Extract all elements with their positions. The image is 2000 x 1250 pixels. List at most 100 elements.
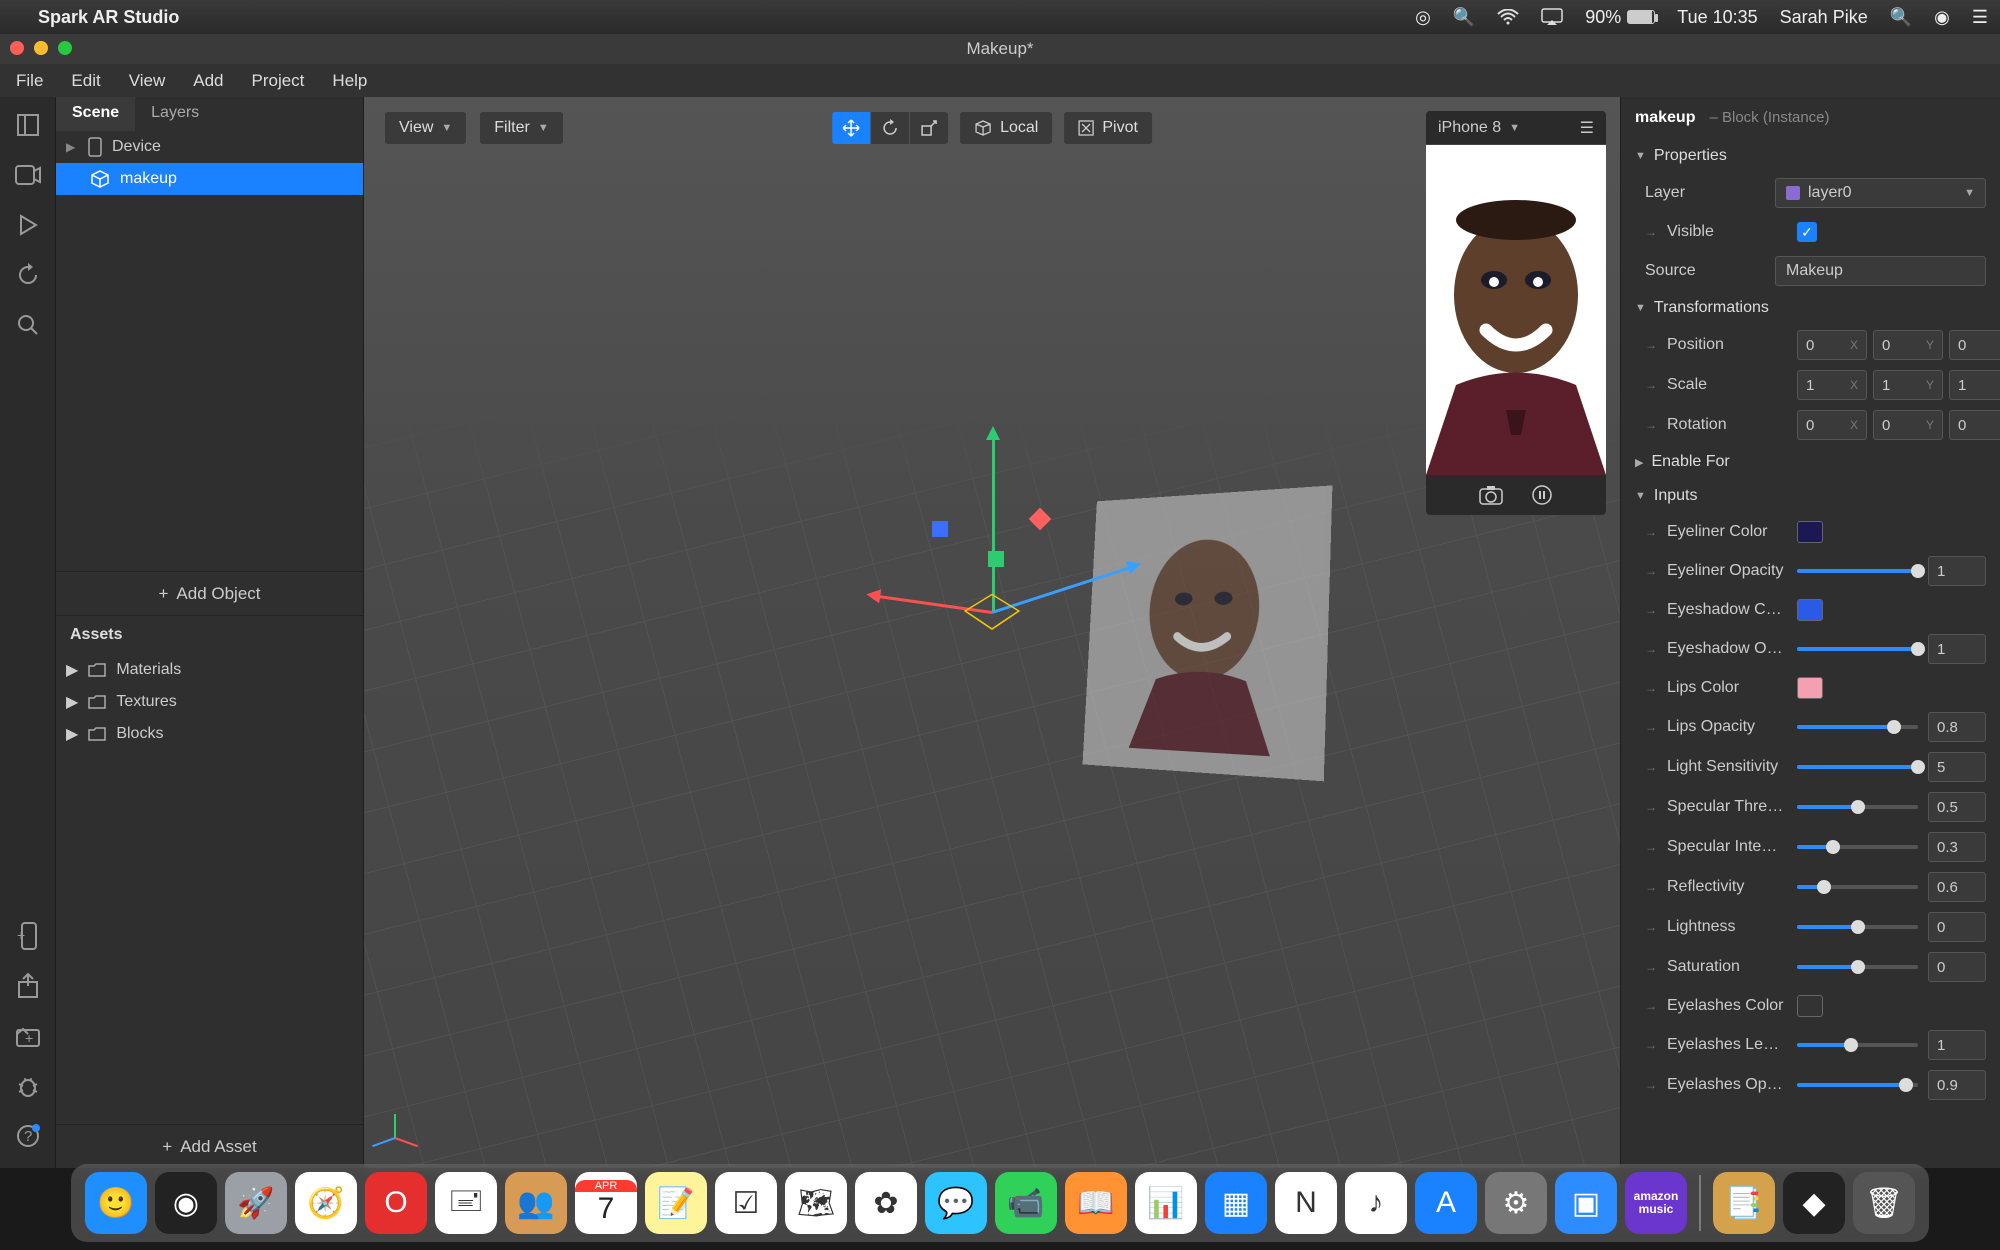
color-swatch[interactable] [1797,677,1823,699]
export-icon[interactable] [14,972,42,1000]
dock-app-safari[interactable]: 🧭 [295,1172,357,1234]
viewport[interactable]: View▼ Filter▼ Local Pivot [364,97,1620,1168]
dock-app-photos[interactable]: ✿ [855,1172,917,1234]
app-name[interactable]: Spark AR Studio [38,7,179,28]
dock-app-numbers[interactable]: 📊 [1135,1172,1197,1234]
rotate-tool[interactable] [871,112,910,144]
dock-app-reminders[interactable]: ☑ [715,1172,777,1234]
position-y[interactable]: 0Y [1873,330,1943,360]
slider[interactable] [1797,925,1918,929]
dock-app-mail[interactable]: 🖃 [435,1172,497,1234]
scale-x[interactable]: 1X [1797,370,1867,400]
dock-app-contacts[interactable]: 👥 [505,1172,567,1234]
status-username[interactable]: Sarah Pike [1780,7,1868,28]
scale-tool[interactable] [910,112,948,144]
asset-row-materials[interactable]: ▶ Materials [56,654,363,686]
menu-project[interactable]: Project [252,71,305,91]
tree-row-makeup[interactable]: makeup [56,163,363,195]
layer-dropdown[interactable]: layer0▼ [1775,178,1986,208]
close-window-button[interactable] [10,41,24,55]
slider-value[interactable]: 0.3 [1928,832,1986,862]
section-enable-for[interactable]: ▶Enable For [1621,445,2000,479]
move-tool[interactable] [832,112,871,144]
refresh-icon[interactable] [14,261,42,289]
dock-app-facetime[interactable]: 📹 [995,1172,1057,1234]
bug-icon[interactable] [14,1072,42,1100]
dock-app-maps[interactable]: 🗺 [785,1172,847,1234]
source-field[interactable]: Makeup [1775,256,1986,286]
menu-view[interactable]: View [129,71,166,91]
section-properties[interactable]: ▼Properties [1621,139,2000,173]
dock-app-messages[interactable]: 💬 [925,1172,987,1234]
slider-value[interactable]: 0.5 [1928,792,1986,822]
position-x[interactable]: 0X [1797,330,1867,360]
section-transformations[interactable]: ▼Transformations [1621,291,2000,325]
dock-app-itunes[interactable]: ♪ [1345,1172,1407,1234]
dock-app-news[interactable]: N [1275,1172,1337,1234]
rotation-z[interactable]: 0Z [1949,410,2000,440]
color-swatch[interactable] [1797,599,1823,621]
slider[interactable] [1797,725,1918,729]
visible-checkbox[interactable]: ✓ [1797,222,1817,242]
zoom-window-button[interactable] [58,41,72,55]
status-search-icon[interactable]: 🔍 [1890,7,1912,28]
dock-app-amazonmusic[interactable]: amazonmusic [1625,1172,1687,1234]
scale-y[interactable]: 1Y [1873,370,1943,400]
add-object-button[interactable]: + Add Object [56,571,363,615]
slider[interactable] [1797,647,1918,651]
dock-app-keynote[interactable]: ▦ [1205,1172,1267,1234]
slider[interactable] [1797,845,1918,849]
slider[interactable] [1797,1043,1918,1047]
minimize-window-button[interactable] [34,41,48,55]
asset-row-textures[interactable]: ▶ Textures [56,686,363,718]
plane-handle-xz[interactable] [988,551,1004,567]
dock-app-zoom[interactable]: ▣ [1555,1172,1617,1234]
slider[interactable] [1797,1083,1918,1087]
pivot-toggle[interactable]: Pivot [1063,111,1153,145]
test-on-device-icon[interactable]: + [14,922,42,950]
pause-record-icon[interactable] [1531,484,1553,506]
position-z[interactable]: 0Z [1949,330,2000,360]
tree-row-device[interactable]: ▶ Device [56,131,363,163]
slider[interactable] [1797,765,1918,769]
search-icon[interactable] [14,311,42,339]
dock-app-finder[interactable]: 🙂 [85,1172,147,1234]
dock-app-stickies[interactable]: 📑 [1713,1172,1775,1234]
rotation-x[interactable]: 0X [1797,410,1867,440]
status-spotlight-small-icon[interactable]: 🔍 [1453,7,1475,28]
tab-scene[interactable]: Scene [56,97,135,131]
menu-edit[interactable]: Edit [71,71,100,91]
workspace-icon[interactable] [14,111,42,139]
preview-device-select[interactable]: iPhone 8 ▼ [1438,119,1520,137]
dock-app-appstore[interactable]: A [1415,1172,1477,1234]
scale-z[interactable]: 1Z [1949,370,2000,400]
dock-app-trash[interactable]: 🗑 [1853,1172,1915,1234]
add-asset-button[interactable]: + Add Asset [56,1124,363,1168]
play-icon[interactable] [14,211,42,239]
help-icon[interactable]: ? [14,1122,42,1150]
dock-app-opera[interactable]: O [365,1172,427,1234]
status-toggl-icon[interactable]: ◎ [1415,7,1431,28]
status-siri-icon[interactable]: ◉ [1934,7,1950,28]
slider-value[interactable]: 1 [1928,556,1986,586]
slider-value[interactable]: 0.6 [1928,872,1986,902]
color-swatch[interactable] [1797,521,1823,543]
dock-app-launchpad[interactable]: 🚀 [225,1172,287,1234]
status-wifi-icon[interactable] [1497,9,1519,25]
status-battery[interactable]: 90% [1585,7,1655,28]
tab-layers[interactable]: Layers [135,97,215,131]
slider-value[interactable]: 0 [1928,952,1986,982]
dock-app-sparkar[interactable]: ◆ [1783,1172,1845,1234]
preview-menu-icon[interactable]: ☰ [1580,118,1594,138]
slider-value[interactable]: 5 [1928,752,1986,782]
slider[interactable] [1797,885,1918,889]
axis-y[interactable] [992,431,995,611]
status-datetime[interactable]: Tue 10:35 [1677,7,1757,28]
dock-app-siri[interactable]: ◉ [155,1172,217,1234]
filter-dropdown[interactable]: Filter▼ [479,111,563,145]
slider-value[interactable]: 1 [1928,1030,1986,1060]
slider-value[interactable]: 0 [1928,912,1986,942]
menu-file[interactable]: File [16,71,43,91]
menu-help[interactable]: Help [332,71,367,91]
slider[interactable] [1797,965,1918,969]
